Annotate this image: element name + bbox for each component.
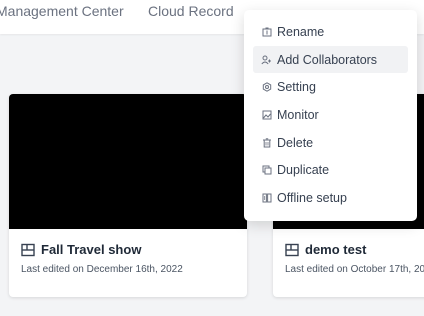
tab-cloud-record[interactable]: Cloud Record [148,3,234,19]
duplicate-icon [261,165,272,176]
menu-item-label: Duplicate [277,163,330,178]
monitor-icon [261,109,272,120]
trash-icon [261,137,272,148]
menu-item-add-collaborators[interactable]: Add Collaborators [253,45,408,74]
menu-item-label: Offline setup [277,190,347,205]
menu-item-label: Delete [277,135,314,150]
offline-setup-icon [261,192,272,203]
tab-management-center[interactable]: Management Center [0,3,124,19]
menu-item-delete[interactable]: Delete [253,129,408,157]
layout-icon [21,243,35,257]
layout-icon [285,243,299,257]
menu-item-offline-setup[interactable]: Offline setup [253,184,408,212]
menu-item-monitor[interactable]: Monitor [253,101,408,129]
project-title: Fall Travel show [41,242,142,257]
card-context-menu: Rename Add Collaborators Setting Monitor… [244,10,417,221]
project-thumbnail[interactable] [9,94,247,229]
project-title: demo test [305,242,367,257]
menu-item-duplicate[interactable]: Duplicate [253,156,408,184]
project-card[interactable]: Fall Travel show Last edited on December… [9,94,247,297]
menu-item-label: Add Collaborators [277,52,378,67]
menu-item-label: Setting [277,80,316,95]
add-user-icon [261,54,272,65]
project-title-row: Fall Travel show [21,242,141,257]
gear-icon [261,82,272,93]
menu-item-label: Rename [277,24,325,39]
menu-item-label: Monitor [277,107,319,122]
rename-icon [261,26,272,37]
last-edited-text: Last edited on October 17th, 2022 [285,264,424,275]
last-edited-text: Last edited on December 16th, 2022 [21,264,183,275]
menu-item-rename[interactable]: Rename [253,18,408,46]
menu-item-setting[interactable]: Setting [253,73,408,101]
page: Management Center Cloud Record Fall Trav… [0,0,424,316]
project-title-row: demo test [285,242,366,257]
